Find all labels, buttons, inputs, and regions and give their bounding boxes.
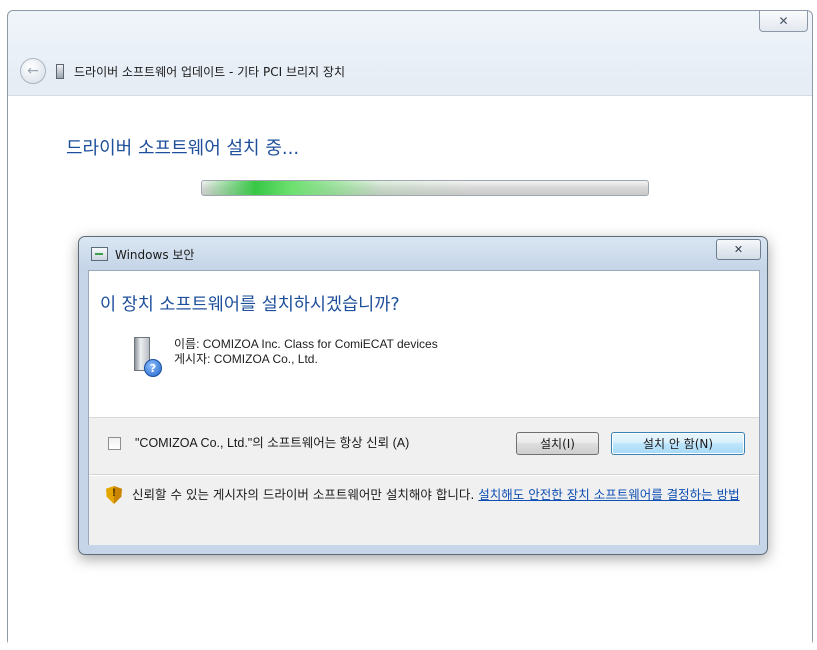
dont-install-button[interactable]: 설치 안 함(N): [611, 432, 745, 455]
safe-driver-help-link[interactable]: 설치해도 안전한 장치 소프트웨어를 결정하는 방법: [478, 487, 739, 502]
security-titlebar: Windows 보안 ✕: [79, 237, 767, 271]
window-title: 드라이버 소프트웨어 업데이트 - 기타 PCI 브리지 장치: [74, 64, 345, 79]
always-trust-option[interactable]: "COMIZOA Co., Ltd."의 소프트웨어는 항상 신뢰 (A): [108, 435, 475, 452]
warning-text: 신뢰할 수 있는 게시자의 드라이버 소프트웨어만 설치해야 합니다.: [132, 487, 475, 502]
computer-help-icon: ?: [130, 335, 162, 379]
installing-heading: 드라이버 소프트웨어 설치 중...: [66, 138, 300, 159]
back-button[interactable]: ←: [20, 58, 46, 84]
device-icon: [56, 63, 64, 79]
wizard-header: ← 드라이버 소프트웨어 업데이트 - 기타 PCI 브리지 장치: [8, 49, 812, 93]
close-icon: ✕: [733, 243, 744, 256]
security-window-icon: [91, 247, 108, 261]
install-progress-bar: [201, 180, 649, 196]
security-body: 이 장치 소프트웨어를 설치하시겠습니까? ? 이름: COMIZOA Inc.…: [88, 270, 760, 545]
close-icon: ✕: [778, 14, 789, 28]
device-publisher: 게시자: COMIZOA Co., Ltd.: [174, 352, 318, 366]
always-trust-checkbox[interactable]: [108, 437, 121, 450]
device-info: ? 이름: COMIZOA Inc. Class for ComiECAT de…: [130, 335, 438, 379]
windows-security-dialog: Windows 보안 ✕ 이 장치 소프트웨어를 설치하시겠습니까? ? 이름:…: [78, 236, 768, 555]
install-button[interactable]: 설치(I): [516, 432, 599, 455]
device-name: 이름: COMIZOA Inc. Class for ComiECAT devi…: [174, 337, 438, 351]
progress-fill: [202, 181, 648, 195]
outer-close-button[interactable]: ✕: [759, 11, 808, 32]
warning-mark: !: [112, 487, 116, 499]
back-arrow-icon: ←: [27, 63, 39, 79]
security-close-button[interactable]: ✕: [716, 239, 761, 260]
always-trust-label[interactable]: "COMIZOA Co., Ltd."의 소프트웨어는 항상 신뢰 (A): [135, 435, 475, 452]
warning-message: 신뢰할 수 있는 게시자의 드라이버 소프트웨어만 설치해야 합니다. 설치해도…: [132, 486, 744, 503]
help-icon: ?: [144, 359, 162, 377]
security-title: Windows 보안: [115, 247, 195, 262]
install-question: 이 장치 소프트웨어를 설치하시겠습니까?: [100, 295, 400, 315]
divider: [89, 474, 759, 475]
options-area: "COMIZOA Co., Ltd."의 소프트웨어는 항상 신뢰 (A) 설치…: [89, 417, 759, 545]
warning-shield-icon: !: [106, 486, 122, 504]
warning-row: ! 신뢰할 수 있는 게시자의 드라이버 소프트웨어만 설치해야 합니다. 설치…: [106, 486, 744, 504]
device-details: 이름: COMIZOA Inc. Class for ComiECAT devi…: [174, 335, 438, 367]
